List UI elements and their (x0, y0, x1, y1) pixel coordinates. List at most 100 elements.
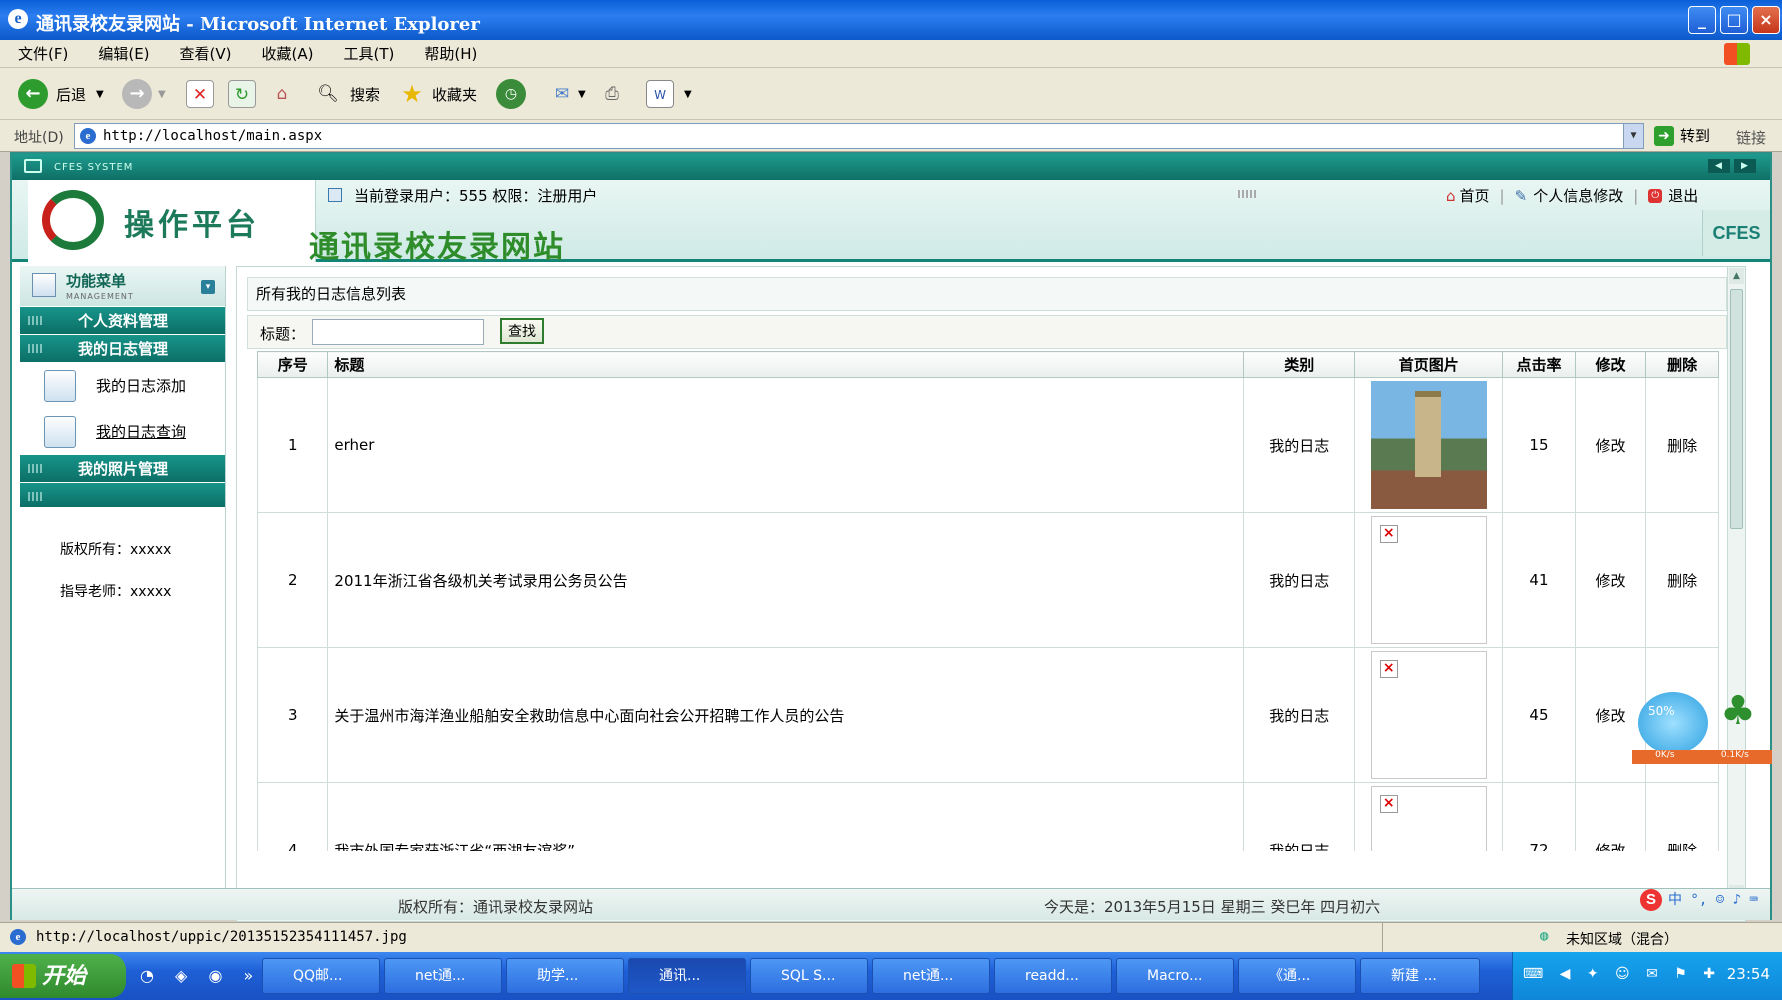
vertical-scrollbar[interactable]: ▲ ▼ (1727, 267, 1745, 921)
forward-arrow-icon: → (122, 79, 152, 109)
menu-view[interactable]: 查看(V) (180, 40, 232, 68)
logo-emblem-icon (42, 190, 104, 250)
menu-edit[interactable]: 编辑(E) (98, 40, 149, 68)
footer-date: 今天是：2013年5月15日 星期三 癸巳年 四月初六 (1044, 898, 1381, 916)
links-button[interactable]: 链接 (1736, 127, 1766, 148)
web-page: CFES SYSTEM ◀ ▶ 操作平台 当前登录用户：555 权限：注册用户 … (10, 152, 1772, 922)
stop-button[interactable]: ✕ (186, 78, 214, 110)
quick-launch-icons[interactable]: ◔ ◈ ◉ » (140, 966, 261, 985)
menu-help[interactable]: 帮助(H) (424, 40, 477, 68)
menu-file[interactable]: 文件(F) (18, 40, 68, 68)
edit-link[interactable]: 修改 (1574, 512, 1647, 648)
row-title: 2011年浙江省各级机关考试录用公务员公告 (327, 512, 1245, 648)
task-macro[interactable]: Macro... (1116, 958, 1234, 994)
maximize-button[interactable]: □ (1720, 6, 1748, 34)
tray-icons[interactable]: ⌨ ◀ ✦ ☺ ✉ ⚑ ✚ (1523, 966, 1721, 982)
nav-profile[interactable]: 个人信息修改 (1533, 185, 1623, 206)
search-button[interactable]: 查找 (500, 318, 544, 344)
broken-image-icon[interactable] (1370, 516, 1487, 644)
page-icon: e (80, 128, 96, 144)
ime-icons[interactable]: 中 °, ☺ ♪ ⌨ (1668, 889, 1758, 911)
dropdown-arrow-icon[interactable]: ▼ (684, 89, 692, 100)
task-word[interactable]: 《通... (1238, 958, 1356, 994)
col-image: 首页图片 (1354, 351, 1504, 378)
dropdown-arrow-icon[interactable]: ▼ (96, 89, 104, 100)
go-button[interactable]: ➜ 转到 (1654, 125, 1710, 146)
close-button[interactable]: × (1752, 6, 1780, 34)
forward-button[interactable]: → ▼ (122, 78, 166, 110)
delete-link[interactable]: 删除 (1645, 377, 1719, 513)
table-row: 1 erher 我的日志 15 修改 删除 (256, 377, 1719, 513)
task-ie-active[interactable]: 通讯... (628, 958, 746, 994)
minimize-button[interactable]: _ (1688, 6, 1716, 34)
row-title: 关于温州市海洋渔业船舶安全救助信息中心面向社会公开招聘工作人员的公告 (327, 647, 1245, 783)
row-title: erher (327, 377, 1245, 513)
ime-bar[interactable]: S 中 °, ☺ ♪ ⌨ (1640, 889, 1758, 911)
home-icon: ⌂ (1446, 186, 1456, 205)
dropdown-arrow-icon[interactable]: ▼ (578, 89, 586, 100)
home-button[interactable]: ⌂ (268, 78, 296, 110)
user-card-icon (328, 188, 342, 202)
refresh-button[interactable]: ↻ (228, 78, 256, 110)
menu-tools[interactable]: 工具(T) (343, 40, 394, 68)
scroll-right-icon[interactable]: ▶ (1734, 159, 1756, 173)
delete-link[interactable]: 删除 (1645, 512, 1719, 648)
page-icon: e (10, 929, 26, 945)
mail-button[interactable]: ✉ ▼ (548, 78, 586, 110)
sidebar-group-diary[interactable]: 我的日志管理 (20, 335, 225, 362)
printer-icon: ⎙ (605, 84, 619, 104)
sidebar-group-profile[interactable]: 个人资料管理 (20, 307, 225, 334)
brand-label: CFES (1702, 210, 1770, 256)
history-button[interactable]: ◷ (496, 78, 526, 110)
magnifier-icon: 🔍︎ (317, 84, 339, 104)
site-title: 通讯录校友录网站 (309, 230, 565, 265)
address-input[interactable]: e http://localhost/main.aspx ▼ (74, 123, 1644, 149)
scroll-up-icon[interactable]: ▲ (1729, 268, 1744, 284)
sogou-icon[interactable]: S (1640, 889, 1662, 911)
sidebar-item-query-diary[interactable]: 我的日志查询 (20, 408, 225, 454)
nav-logout[interactable]: 退出 (1668, 185, 1698, 206)
cat-icon: ♣ (1720, 688, 1756, 734)
nav-home[interactable]: 首页 (1460, 185, 1490, 206)
network-speed-widget[interactable]: 50% ♣ 0K/s 0.1K/s (1632, 684, 1782, 764)
search-button[interactable]: 🔍︎ 搜索 (314, 78, 380, 110)
address-label: 地址(D) (14, 130, 64, 146)
col-clicks: 点击率 (1502, 351, 1576, 378)
dropdown-arrow-icon[interactable]: ▼ (158, 89, 166, 100)
col-no: 序号 (256, 351, 329, 378)
task-folder-readd[interactable]: readd... (994, 958, 1112, 994)
sidebar-group-photos[interactable]: 我的照片管理 (20, 455, 225, 482)
sidebar-item-add-diary[interactable]: 我的日志添加 (20, 362, 225, 408)
menu-favorites[interactable]: 收藏(A) (262, 40, 314, 68)
task-folder-zhuxue[interactable]: 助学... (506, 958, 624, 994)
user-add-icon (44, 370, 76, 402)
task-vs-net[interactable]: net通... (872, 958, 990, 994)
address-dropdown-icon[interactable]: ▼ (1623, 124, 1643, 148)
menu-icon (32, 273, 56, 297)
favorites-button[interactable]: ★ 收藏夹 (398, 78, 477, 110)
start-button[interactable]: 开始 (0, 954, 126, 998)
back-button[interactable]: ← 后退 ▼ (18, 78, 104, 110)
mail-icon: ✉ (554, 84, 570, 104)
logo-area: 操作平台 (28, 180, 316, 262)
collapse-icon[interactable]: ▾ (201, 280, 215, 294)
task-sql[interactable]: SQL S... (750, 958, 868, 994)
system-bar: CFES SYSTEM ◀ ▶ (12, 154, 1770, 180)
title-search-input[interactable] (312, 319, 484, 345)
task-new[interactable]: 新建 ... (1360, 958, 1480, 994)
broken-image-icon[interactable] (1370, 651, 1487, 779)
task-qqmail[interactable]: QQ邮... (262, 958, 380, 994)
word-icon: W (646, 80, 674, 108)
ie-icon: e (8, 9, 28, 29)
scroll-left-icon[interactable]: ◀ (1708, 159, 1730, 173)
edit-button[interactable]: W ▼ (646, 78, 692, 110)
page-footer: 版权所有：通讯录校友录网站 今天是：2013年5月15日 星期三 癸巳年 四月初… (12, 888, 1770, 920)
logout-icon: ⏻ (1648, 188, 1663, 203)
diary-table: 序号 标题 类别 首页图片 点击率 修改 删除 1 erher 我的日志 15 … (256, 351, 1719, 918)
photo-thumbnail[interactable] (1370, 381, 1487, 509)
vertical-scroll-thumb[interactable] (1730, 289, 1743, 529)
edit-link[interactable]: 修改 (1574, 377, 1647, 513)
print-button[interactable]: ⎙ (598, 78, 626, 110)
task-folder-net[interactable]: net通... (384, 958, 502, 994)
sidebar: 功能菜单 MANAGEMENT ▾ 个人资料管理 我的日志管理 我的日志添加 我… (20, 266, 226, 896)
